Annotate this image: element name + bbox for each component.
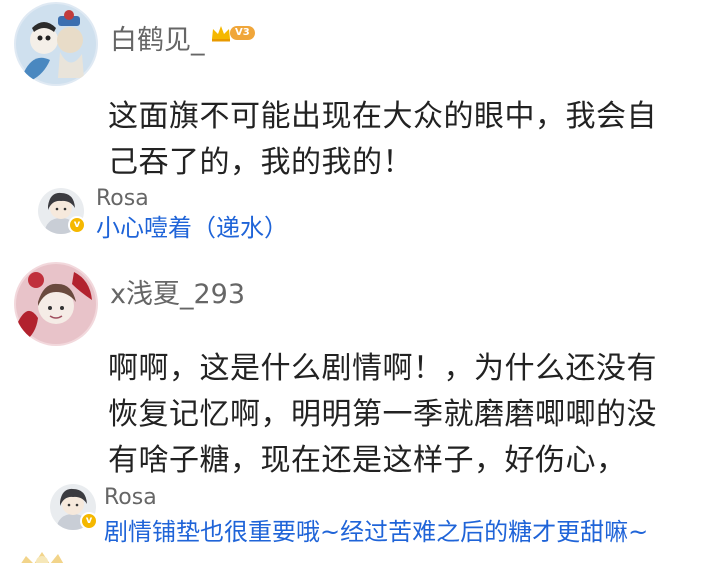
level-badge: V3 bbox=[210, 24, 255, 42]
verified-v-icon: v bbox=[80, 512, 98, 530]
comment-body: 啊啊，这是什么剧情啊！，为什么还没有 恢复记忆啊，明明第一季就磨磨唧唧的没 有啥… bbox=[108, 346, 657, 484]
reply-text[interactable]: 小心噎着（递水） bbox=[96, 212, 288, 244]
reply-username[interactable]: Rosa bbox=[104, 485, 157, 510]
avatar[interactable] bbox=[14, 262, 98, 346]
comment-line: 己吞了的，我的我的！ bbox=[108, 145, 413, 180]
comment-username[interactable]: 白鹤见_ bbox=[110, 18, 205, 57]
avatar-image bbox=[21, 552, 64, 563]
comment-thread: 白鹤见_ V3 这面旗不可能出现在大众的眼中，我会自 己吞了的，我的我的！ v … bbox=[0, 0, 720, 563]
comment-line: 这面旗不可能出现在大众的眼中，我会自 bbox=[108, 99, 657, 134]
avatar[interactable] bbox=[14, 2, 98, 86]
comment-line: 有啥子糖，现在还是这样子，好伤心， bbox=[108, 443, 627, 478]
reply-text[interactable]: 剧情铺垫也很重要哦~经过苦难之后的糖才更甜嘛~ bbox=[104, 516, 648, 548]
comment-line: 恢复记忆啊，明明第一季就磨磨唧唧的没 bbox=[108, 397, 657, 432]
comment-body: 这面旗不可能出现在大众的眼中，我会自 己吞了的，我的我的！ bbox=[108, 94, 657, 186]
crown-icon bbox=[212, 26, 230, 42]
reply-username[interactable]: Rosa bbox=[96, 186, 149, 211]
level-badge-text: V3 bbox=[230, 26, 255, 40]
comment-line: 啊啊，这是什么剧情啊！，为什么还没有 bbox=[108, 351, 657, 386]
comment-username[interactable]: x浅夏_293 bbox=[110, 272, 245, 311]
avatar[interactable] bbox=[18, 548, 78, 563]
avatar-image bbox=[14, 2, 98, 86]
verified-v-icon: v bbox=[68, 216, 86, 234]
avatar-image bbox=[14, 262, 98, 346]
